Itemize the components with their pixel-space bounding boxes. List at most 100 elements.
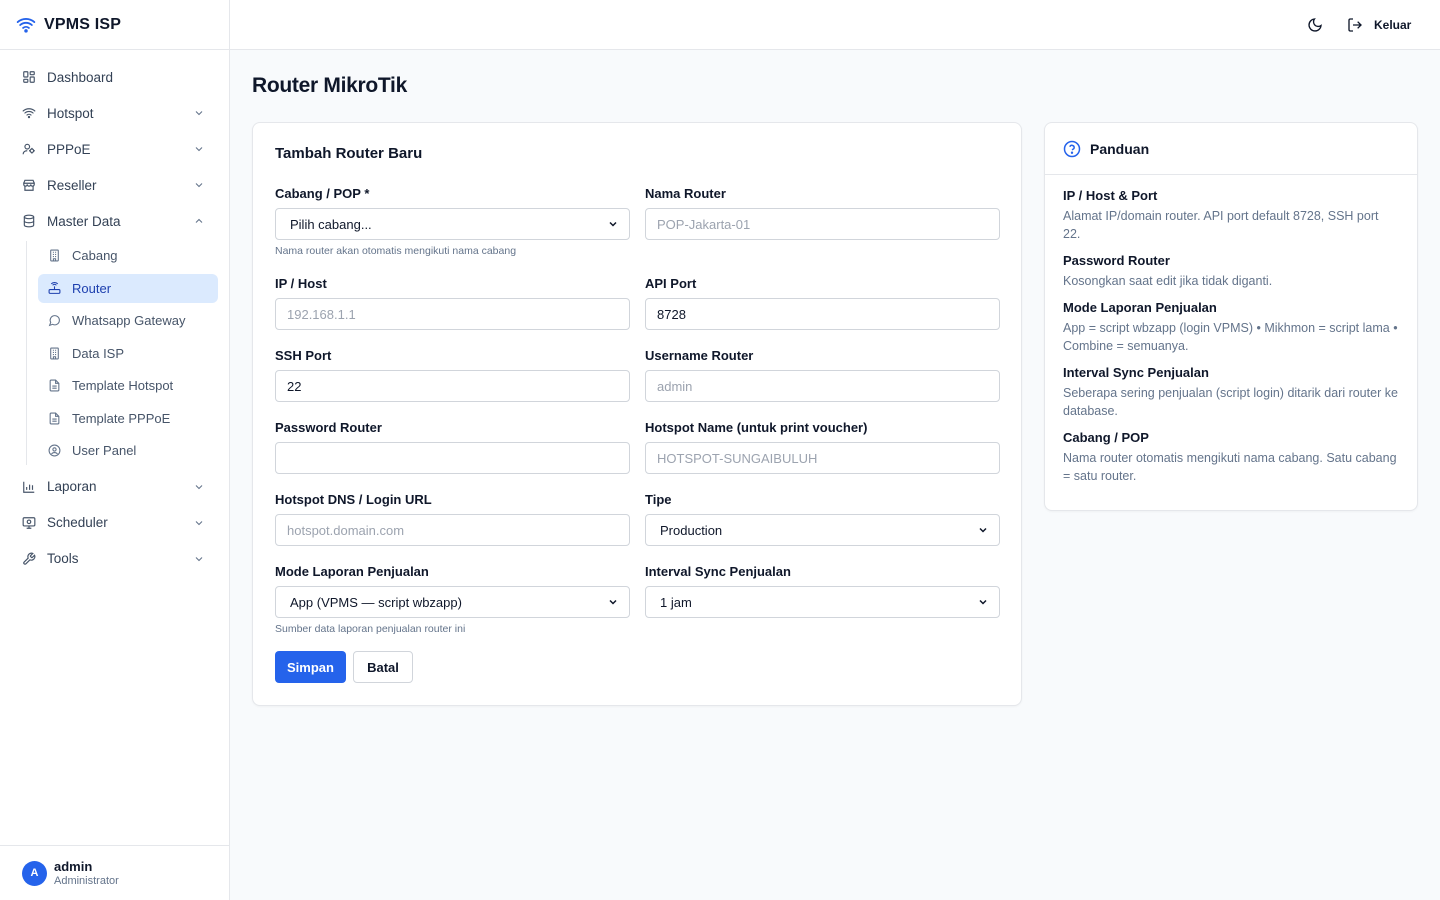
sidebar-item-label: Cabang xyxy=(72,248,118,263)
cabang-field: Cabang / POP * Pilih cabang... Nama rout… xyxy=(275,186,630,257)
tipe-select-value: Production xyxy=(660,522,723,538)
user-circle-icon xyxy=(48,444,61,457)
guide-item: Cabang / POP Nama router otomatis mengik… xyxy=(1063,429,1399,485)
guide-panel: Panduan IP / Host & Port Alamat IP/domai… xyxy=(1044,122,1418,511)
avatar: A xyxy=(22,860,47,886)
save-button[interactable]: Simpan xyxy=(275,651,346,683)
hotspot-dns-input[interactable]: hotspot.domain.com xyxy=(275,514,630,546)
username-input[interactable]: admin xyxy=(645,370,1000,402)
guide-item-desc: Alamat IP/domain router. API port defaul… xyxy=(1063,209,1379,241)
moon-icon[interactable] xyxy=(1307,17,1323,33)
username-label: Username Router xyxy=(645,348,754,363)
chat-icon xyxy=(48,314,61,327)
cabang-select-value: Pilih cabang... xyxy=(290,216,372,232)
help-circle-icon xyxy=(1063,140,1081,158)
sidebar-item-user-panel[interactable]: User Panel xyxy=(38,436,218,465)
sidebar-nav: Dashboard Hotspot PPPoE Reseller Master … xyxy=(0,50,229,577)
guide-item-title: IP / Host & Port xyxy=(1063,188,1158,203)
sidebar-item-dashboard[interactable]: Dashboard xyxy=(0,59,229,95)
interval-sync-label: Interval Sync Penjualan xyxy=(645,564,791,579)
sidebar-item-label: Dashboard xyxy=(47,69,114,85)
sidebar-item-label: Router xyxy=(72,280,112,296)
sidebar-item-router[interactable]: Router xyxy=(38,273,218,303)
sidebar-item-master-data[interactable]: Master Data xyxy=(0,203,229,239)
sidebar-item-whatsapp-gateway[interactable]: Whatsapp Gateway xyxy=(38,306,218,335)
page-title: Router MikroTik xyxy=(252,74,407,97)
ip-host-label: IP / Host xyxy=(275,276,327,291)
sidebar-item-scheduler[interactable]: Scheduler xyxy=(0,505,229,541)
api-port-field: API Port 8728 xyxy=(645,276,1000,330)
topbar: Keluar xyxy=(230,0,1440,50)
mode-laporan-field: Mode Laporan Penjualan App (VPMS — scrip… xyxy=(275,564,630,635)
brand-name: VPMS ISP xyxy=(44,15,122,33)
ip-host-input[interactable]: 192.168.1.1 xyxy=(275,298,630,330)
cancel-button[interactable]: Batal xyxy=(353,651,413,683)
building-icon xyxy=(48,347,61,360)
interval-sync-select[interactable]: 1 jam xyxy=(645,586,1000,618)
api-port-label: API Port xyxy=(645,276,697,291)
ip-host-field: IP / Host 192.168.1.1 xyxy=(275,276,630,330)
wifi-icon xyxy=(16,15,36,35)
guide-header: Panduan xyxy=(1045,123,1417,175)
hotspot-name-input[interactable]: HOTSPOT-SUNGAIBULUH xyxy=(645,442,1000,474)
ssh-port-input[interactable]: 22 xyxy=(275,370,630,402)
chevron-up-icon xyxy=(193,215,205,227)
sidebar-item-laporan[interactable]: Laporan xyxy=(0,469,229,505)
form-title: Tambah Router Baru xyxy=(275,145,423,162)
sidebar-item-template-hotspot[interactable]: Template Hotspot xyxy=(38,371,218,400)
sidebar-item-label: Template Hotspot xyxy=(72,378,174,393)
tipe-label: Tipe xyxy=(645,492,672,507)
mode-laporan-select[interactable]: App (VPMS — script wbzapp) xyxy=(275,586,630,618)
sidebar-item-label: Master Data xyxy=(47,213,121,229)
sidebar-item-label: Template PPPoE xyxy=(72,410,171,426)
sidebar-item-data-isp[interactable]: Data ISP xyxy=(38,339,218,368)
sidebar-item-hotspot[interactable]: Hotspot xyxy=(0,95,229,131)
chevron-down-icon xyxy=(607,596,619,608)
ssh-port-label: SSH Port xyxy=(275,348,332,363)
guide-item-title: Password Router xyxy=(1063,253,1170,268)
password-input[interactable] xyxy=(275,442,630,474)
guide-item: Mode Laporan Penjualan App = script wbza… xyxy=(1063,299,1399,355)
guide-item-title: Cabang / POP xyxy=(1063,430,1149,445)
chart-icon xyxy=(22,480,36,494)
tipe-select[interactable]: Production xyxy=(645,514,1000,546)
router-icon xyxy=(48,281,61,295)
cabang-label: Cabang / POP * xyxy=(275,186,370,201)
guide-item-desc: Nama router otomatis mengikuti nama caba… xyxy=(1063,451,1397,483)
wrench-icon xyxy=(22,552,36,566)
database-icon xyxy=(22,214,36,228)
guide-item: IP / Host & Port Alamat IP/domain router… xyxy=(1063,187,1399,243)
cabang-select[interactable]: Pilih cabang... xyxy=(275,208,630,240)
mode-laporan-select-value: App (VPMS — script wbzapp) xyxy=(290,594,462,610)
guide-title: Panduan xyxy=(1090,140,1150,157)
user-profile[interactable]: A admin Administrator xyxy=(0,845,229,900)
sidebar-item-cabang[interactable]: Cabang xyxy=(38,241,218,270)
sidebar-item-pppoe[interactable]: PPPoE xyxy=(0,131,229,167)
sidebar-item-template-pppoe[interactable]: Template PPPoE xyxy=(38,404,218,433)
mode-laporan-hint: Sumber data laporan penjualan router ini xyxy=(275,623,466,635)
api-port-input[interactable]: 8728 xyxy=(645,298,1000,330)
chevron-down-icon xyxy=(977,596,989,608)
user-name: admin xyxy=(54,858,93,874)
nama-router-field: Nama Router POP-Jakarta-01 xyxy=(645,186,1000,240)
master-data-submenu: Cabang Router Whatsapp Gateway Data ISP … xyxy=(26,241,229,465)
logout-button[interactable]: Keluar xyxy=(1347,15,1411,35)
nama-router-input[interactable]: POP-Jakarta-01 xyxy=(645,208,1000,240)
brand[interactable]: VPMS ISP xyxy=(0,0,229,50)
sidebar-item-label: Hotspot xyxy=(47,105,94,121)
sidebar-item-label: Reseller xyxy=(47,177,97,193)
sidebar-item-tools[interactable]: Tools xyxy=(0,541,229,577)
sidebar: VPMS ISP Dashboard Hotspot PPPoE Reselle… xyxy=(0,0,230,900)
wifi-icon xyxy=(22,106,36,120)
sidebar-item-label: User Panel xyxy=(72,443,137,458)
add-router-form: Tambah Router Baru Cabang / POP * Pilih … xyxy=(252,122,1022,706)
sidebar-item-reseller[interactable]: Reseller xyxy=(0,167,229,203)
monitor-icon xyxy=(22,516,36,530)
guide-item-desc: Kosongkan saat edit jika tidak diganti. xyxy=(1063,274,1273,288)
cabang-hint: Nama router akan otomatis mengikuti nama… xyxy=(275,245,517,257)
guide-item: Password Router Kosongkan saat edit jika… xyxy=(1063,252,1399,290)
chevron-down-icon xyxy=(193,517,205,529)
sidebar-item-label: Scheduler xyxy=(47,515,108,530)
guide-item: Interval Sync Penjualan Seberapa sering … xyxy=(1063,364,1399,420)
mode-laporan-label: Mode Laporan Penjualan xyxy=(275,564,429,579)
